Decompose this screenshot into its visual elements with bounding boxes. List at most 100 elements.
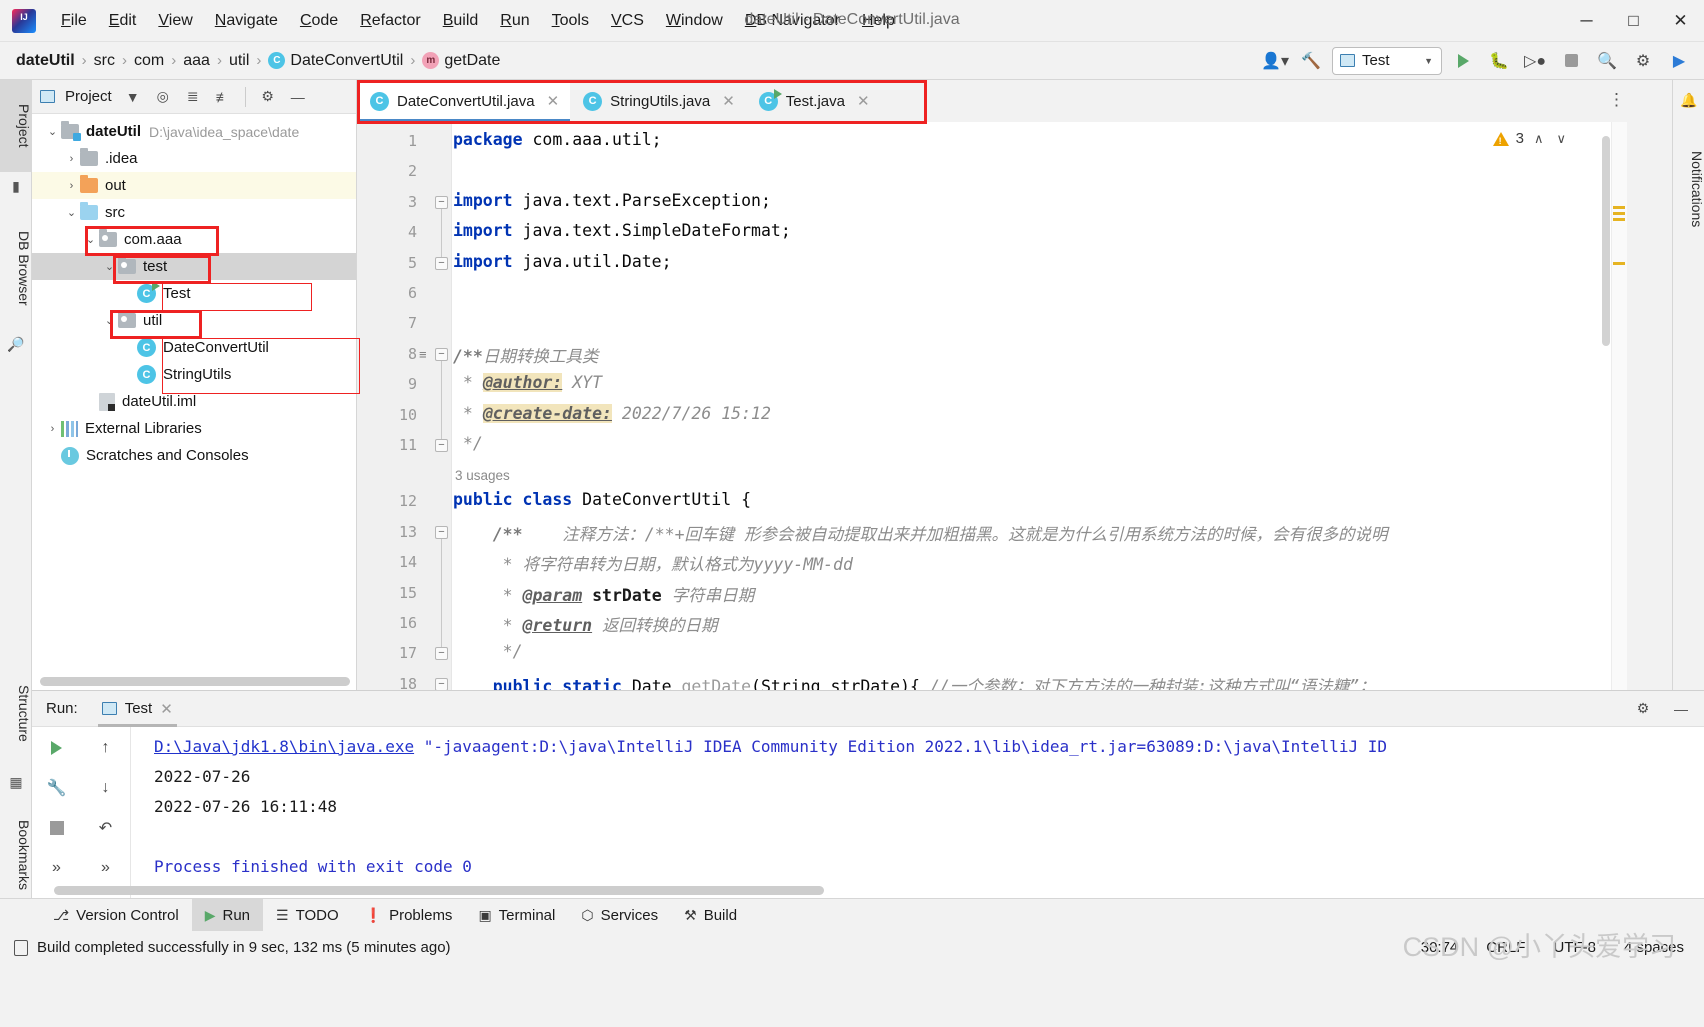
minimize-button[interactable]: ─ [1563,0,1610,42]
sidebar-item-notifications[interactable]: Notifications [1673,114,1704,264]
scroll-down-icon[interactable]: ↓ [89,775,123,801]
editor-gutter[interactable]: 1 2 3 4 5 6 7 8 9 10 11 12 13 14 15 16 17 18− − − − − − − ≡ [357,122,452,690]
debug-icon[interactable]: 🐛 [1484,47,1514,75]
settings-gear-icon[interactable]: ⚙ [1628,47,1658,75]
menu-item-code[interactable]: Code [289,8,349,34]
bottom-tool-window-bar[interactable]: ⎇ Version Control ▶ Run ☰ TODO ❗ Problems ▣ Termi… [0,898,1704,932]
code-line-16[interactable]: * @return 返回转换的日期 [453,612,718,636]
expand-arrow-icon[interactable]: › [44,423,61,435]
bottom-tab-run[interactable]: ▶ Run [191,898,264,932]
sidebar-item-db-browser[interactable]: DB Browser [0,206,32,330]
run-configuration-selector[interactable]: Test ▼ [1332,46,1442,75]
gear-icon[interactable]: ⚙ [255,84,281,110]
fold-marker-line-13[interactable]: − [435,525,448,539]
menu-item-window[interactable]: Window [655,8,734,34]
inspection-widget[interactable]: 3 ∧ ∨ [1492,130,1569,147]
breadcrumb-item-dateconvertutil[interactable]: C DateConvertUtil [268,52,403,70]
menu-bar[interactable]: File Edit View Navigate Code Refactor Build Run… [50,8,906,34]
bottom-tab-todo[interactable]: ☰ TODO [263,899,352,932]
javadoc-gutter-icon[interactable]: ≡ [419,347,427,362]
editor-tab-stringutils-java[interactable]: C StringUtils.java ✕ [570,80,746,122]
menu-item-view[interactable]: View [147,8,203,34]
wrench-settings-icon[interactable]: 🔧 [40,775,74,801]
tree-node--idea[interactable]: › .idea [32,145,356,172]
breadcrumb-item-src[interactable]: src [94,52,115,70]
fold-marker-line-17[interactable]: − [435,647,448,661]
sidebar-item-bookmarks[interactable]: Bookmarks [0,796,32,914]
tree-node-util[interactable]: ⌄ util [32,307,356,334]
db-search-icon[interactable]: 🔎 [0,330,32,358]
next-problem-icon[interactable]: ∨ [1553,131,1569,147]
bottom-tab-version-control[interactable]: ⎇ Version Control [40,899,192,932]
code-line-10[interactable]: * @create-date: 2022/7/26 15:12 [453,403,771,423]
editor-tabs-overflow-icon[interactable]: ⋮ [1608,90,1696,110]
run-coverage-icon[interactable]: ▷● [1520,47,1550,75]
expand-arrow-icon[interactable]: ⌄ [101,260,118,273]
menu-item-run[interactable]: Run [489,8,540,34]
expand-arrow-icon[interactable]: ⌄ [101,314,118,327]
menu-item-db-navigator[interactable]: DB Navigator [734,8,851,34]
editor-vertical-scrollbar[interactable] [1602,136,1610,346]
close-icon[interactable]: ✕ [547,92,560,110]
editor-tab-test-java[interactable]: C Test.java ✕ [746,80,881,122]
tree-node-dateutil[interactable]: ⌄ dateUtil D:\java\idea_space\date [32,118,356,145]
fold-marker-line-8[interactable]: − [435,347,448,361]
chevron-down-icon[interactable]: ▼ [120,84,146,110]
code-editor[interactable]: 1 2 3 4 5 6 7 8 9 10 11 12 13 14 15 16 17 18− − − − − − − ≡ pack… [357,122,1627,690]
fold-marker-line-11[interactable]: − [435,439,448,452]
close-icon[interactable]: ✕ [722,92,735,110]
stop-icon[interactable] [1556,47,1586,75]
tree-node-test[interactable]: C Test [32,280,356,307]
fold-marker-line-18[interactable]: − [435,677,448,690]
breadcrumb-item-aaa[interactable]: aaa [183,52,210,70]
hammer-build-icon[interactable]: 🔨 [1296,47,1326,75]
account-icon[interactable]: 👤▾ [1260,47,1290,75]
tree-node-stringutils[interactable]: C StringUtils [32,361,356,388]
code-line-15[interactable]: * @param strDate 字符串日期 [453,582,754,606]
indent-setting[interactable]: 4 spaces [1624,939,1684,956]
sidebar-item-project[interactable]: Project [0,80,32,172]
expand-more-icon-1[interactable]: » [40,855,74,881]
soft-wrap-icon[interactable]: ↶ [89,815,123,841]
maximize-button[interactable]: □ [1610,0,1657,42]
menu-item-help[interactable]: Help [851,8,906,34]
fold-marker-line-3[interactable]: − [435,195,448,209]
rerun-icon[interactable] [40,735,74,761]
editor-tab-dateconvertutil-java[interactable]: C DateConvertUtil.java ✕ [357,80,571,122]
search-icon[interactable]: 🔍 [1592,47,1622,75]
run-icon[interactable] [1448,47,1478,75]
line-separator[interactable]: CRLF [1486,939,1525,956]
menu-item-build[interactable]: Build [432,8,490,34]
menu-item-refactor[interactable]: Refactor [349,8,431,34]
console-horizontal-scrollbar[interactable] [54,886,824,895]
bottom-tab-services[interactable]: ⬡ Services [568,899,671,932]
menu-item-tools[interactable]: Tools [541,8,600,34]
expand-arrow-icon[interactable]: › [63,153,80,165]
code-line-12[interactable]: public class DateConvertUtil { [453,490,751,509]
console-file-link[interactable]: D:\Java\jdk1.8\bin\java.exe [154,737,414,756]
locate-target-icon[interactable]: ◎ [150,84,176,110]
close-button[interactable]: ✕ [1657,0,1704,42]
console-line-0[interactable]: D:\Java\jdk1.8\bin\java.exe "-javaagent:… [154,737,1387,756]
close-icon[interactable]: ✕ [857,92,870,110]
tree-node-dateconvertutil[interactable]: C DateConvertUtil [32,334,356,361]
project-tree[interactable]: ⌄ dateUtil D:\java\idea_space\date › .idea › o… [32,114,356,469]
ide-assistant-icon[interactable]: ▶ [1664,47,1694,75]
editor-marker-stripe[interactable] [1611,122,1627,690]
bottom-tab-build[interactable]: ⚒ Build [671,899,750,932]
breadcrumb[interactable]: dateUtil › src › com › aaa › util › C DateConvertUt… [16,52,500,70]
menu-item-vcs[interactable]: VCS [600,8,655,34]
tree-node-out[interactable]: › out [32,172,356,199]
expand-arrow-icon[interactable]: ⌄ [63,206,80,219]
close-icon[interactable]: ✕ [160,700,173,718]
expand-arrow-icon[interactable]: ⌄ [44,125,61,138]
expand-arrow-icon[interactable]: ⌄ [82,233,99,246]
expand-arrow-icon[interactable]: › [63,180,80,192]
breadcrumb-item-getdate[interactable]: m getDate [422,52,500,70]
breadcrumb-item-util[interactable]: util [229,52,249,70]
tree-node-src[interactable]: ⌄ src [32,199,356,226]
code-line-14[interactable]: * 将字符串转为日期，默认格式为yyyy-MM-dd [453,551,853,575]
tree-node-com-aaa[interactable]: ⌄ com.aaa [32,226,356,253]
breadcrumb-item-dateutil[interactable]: dateUtil [16,52,75,70]
tree-node-test[interactable]: ⌄ test [32,253,356,280]
